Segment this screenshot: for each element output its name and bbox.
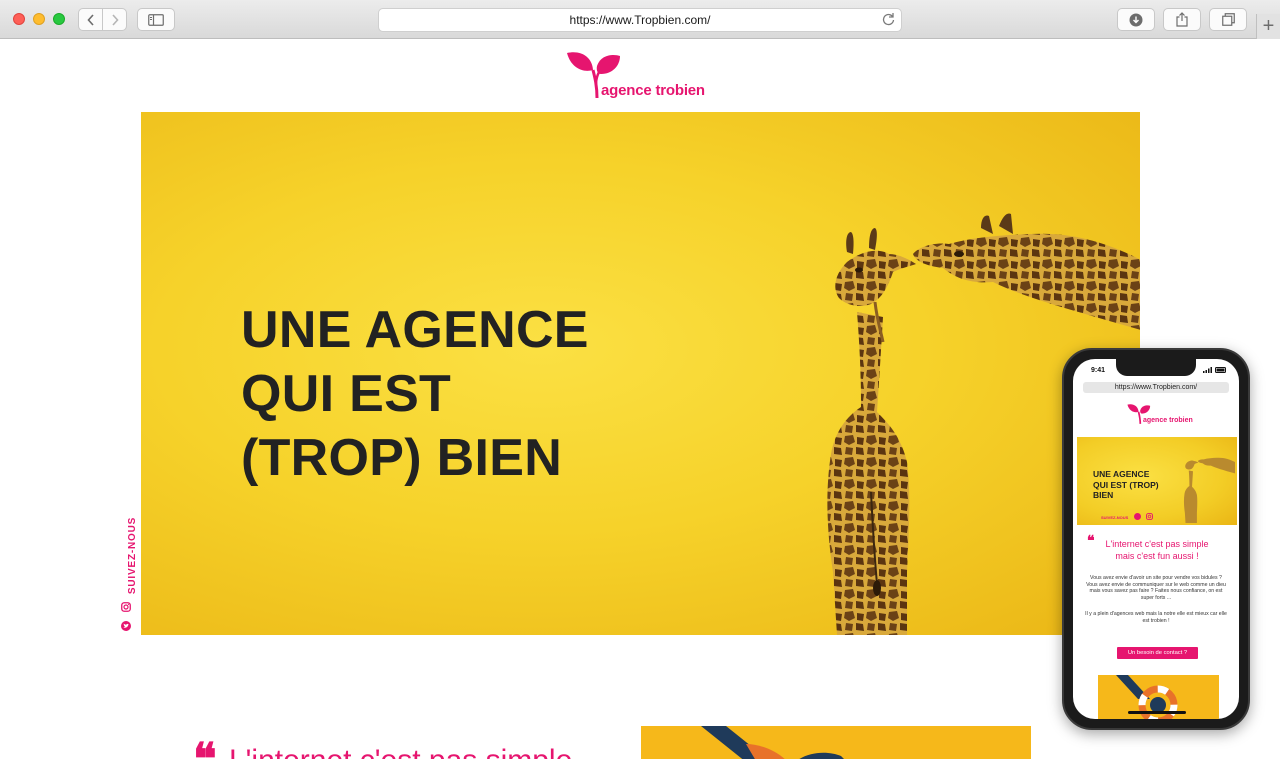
battery-icon	[1215, 367, 1226, 373]
phone-notch	[1116, 359, 1196, 376]
phone-giraffes-image	[1183, 457, 1235, 524]
phone-status-icons	[1203, 367, 1227, 375]
hero-banner: UNE AGENCE QUI EST (TROP) BIEN	[141, 112, 1140, 635]
phone-address-bar[interactable]: https://www.Tropbien.com/	[1083, 382, 1229, 393]
back-arrow-icon	[86, 13, 94, 26]
tab-overview-button[interactable]	[1209, 8, 1247, 31]
signal-icon	[1203, 367, 1213, 373]
plus-icon: +	[1262, 15, 1275, 37]
lifebuoy-illustration	[701, 726, 844, 759]
phone-clock: 9:41	[1091, 367, 1106, 374]
reload-icon	[882, 13, 895, 26]
phone-home-indicator	[1128, 711, 1186, 714]
back-button[interactable]	[78, 8, 103, 31]
share-button[interactable]	[1163, 8, 1201, 31]
forward-button[interactable]	[102, 8, 127, 31]
tabs-icon	[1221, 13, 1235, 26]
phone-screen: 9:41 https://www.Tropbien.com/ agence tr…	[1073, 359, 1239, 719]
phone-twitter-icon[interactable]	[1134, 513, 1141, 520]
twitter-icon[interactable]	[121, 621, 131, 631]
new-tab-button[interactable]: +	[1256, 14, 1280, 39]
minimize-window-button[interactable]	[33, 13, 45, 25]
logo-text: agence trobien	[601, 82, 705, 99]
download-icon	[1129, 13, 1143, 26]
intro-illustration	[641, 726, 1031, 759]
url-text: https://www.Tropbien.com/	[569, 13, 711, 27]
phone-contact-button[interactable]: Un besoin de contact ?	[1117, 647, 1198, 659]
browser-window: https://www.Tropbien.com/ + agence trobi…	[0, 0, 1280, 759]
instagram-icon[interactable]	[121, 602, 131, 612]
follow-us-label: SUIVEZ-NOUS	[127, 516, 139, 595]
phone-mockup: 9:41 https://www.Tropbien.com/ agence tr…	[1062, 348, 1250, 730]
zoom-window-button[interactable]	[53, 13, 65, 25]
hero-title: UNE AGENCE QUI EST (TROP) BIEN	[241, 301, 589, 487]
close-window-button[interactable]	[13, 13, 25, 25]
sidebar-icon	[148, 13, 164, 26]
quote-mark: ❝	[193, 738, 217, 759]
share-icon	[1176, 12, 1188, 27]
phone-follow-us-label: SUIVEZ-NOUS	[1101, 515, 1129, 520]
phone-intro-paragraph-1: Vous avez envie d'avoir un site pour ven…	[1086, 575, 1226, 601]
site-logo[interactable]: agence trobien	[566, 50, 716, 102]
phone-instagram-icon[interactable]	[1146, 513, 1153, 520]
downloads-button[interactable]	[1117, 8, 1155, 31]
phone-logo: agence trobien	[1127, 403, 1197, 427]
phone-intro-paragraph-2: Il y a plein d'agences web mais la notre…	[1085, 611, 1227, 624]
address-bar[interactable]: https://www.Tropbien.com/	[378, 8, 902, 32]
phone-hero-title: UNE AGENCE QUI EST (TROP) BIEN	[1093, 469, 1159, 500]
phone-logo-text: agence trobien	[1143, 417, 1193, 424]
forward-arrow-icon	[111, 13, 119, 26]
reload-button[interactable]	[882, 12, 895, 31]
sidebar-toggle-button[interactable]	[137, 8, 175, 31]
browser-toolbar: https://www.Tropbien.com/ +	[0, 0, 1280, 39]
follow-us: SUIVEZ-NOUS	[116, 516, 139, 640]
intro-heading: L'internet c'est pas simple	[229, 744, 572, 759]
phone-intro-heading: L'internet c'est pas simple mais c'est f…	[1105, 539, 1209, 561]
phone-hero: UNE AGENCE QUI EST (TROP) BIEN SUIVEZ-NO…	[1077, 437, 1237, 525]
